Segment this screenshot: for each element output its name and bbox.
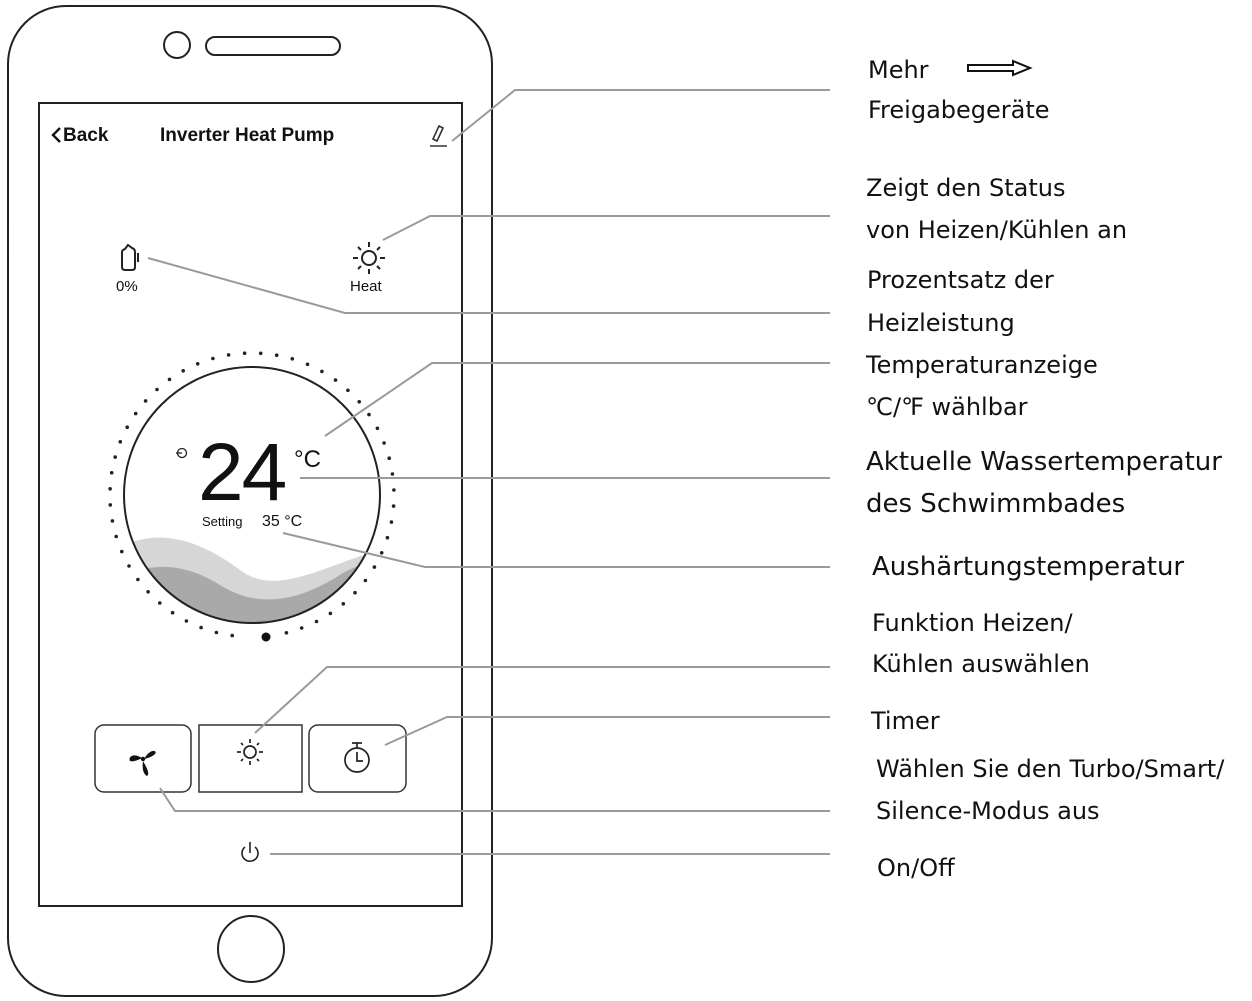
callout-timer: Timer [871, 707, 940, 735]
water-wave-graphic [124, 537, 380, 623]
dial-knob[interactable] [261, 632, 271, 642]
dial-tick [114, 534, 118, 539]
dial-tick [118, 440, 123, 444]
dial-tick [375, 426, 380, 431]
dial-tick [242, 351, 247, 356]
speaker-slot [205, 36, 341, 56]
dial-tick [385, 535, 390, 540]
dial-tick [392, 488, 396, 492]
callout-setpoint: Aushärtungstemperatur [872, 552, 1185, 582]
dial-tick [379, 551, 384, 555]
home-button[interactable] [217, 915, 285, 983]
dial-tick [158, 601, 162, 605]
dial-tick [382, 441, 386, 445]
dial-tick [120, 549, 124, 554]
dial-tick [199, 625, 203, 630]
mode-status-label: Heat [350, 278, 382, 295]
sun-icon [353, 242, 385, 274]
callout-share-line1: Mehr [868, 56, 929, 84]
dial-tick [387, 456, 392, 461]
chevron-left-icon[interactable] [51, 127, 61, 143]
setting-label: Setting [202, 514, 243, 529]
dial-tick [108, 503, 113, 507]
dial-tick [127, 564, 131, 568]
dial-tick [341, 602, 346, 606]
dial-tick [113, 455, 117, 459]
dial-tick [109, 471, 114, 475]
callout-fan-line2: Silence-Modus aus [876, 797, 1100, 825]
callout-water-line1: Aktuelle Wassertemperatur [866, 447, 1222, 477]
callout-power: On/Off [877, 854, 955, 882]
dial-tick [258, 351, 263, 356]
dial-tick [333, 378, 338, 382]
callout-unit-line2: ℃/℉ wählbar [866, 393, 1028, 421]
setpoint-value: 35 °C [262, 513, 303, 530]
dial-tick [363, 578, 368, 583]
dial-tick [320, 369, 324, 374]
dial-tick [214, 630, 219, 635]
dial-tick [274, 353, 279, 358]
callout-status-line2: von Heizen/Kühlen an [866, 216, 1128, 244]
dial-tick [181, 369, 185, 373]
dial-tick [167, 377, 172, 382]
dial-tick [390, 472, 395, 476]
callout-share-line2: Freigabegeräte [868, 96, 1050, 124]
dial-tick [226, 353, 231, 357]
dial-tick [305, 362, 310, 367]
arrow-in-icon [176, 447, 188, 459]
dial-tick [211, 356, 215, 361]
pencil-icon[interactable] [430, 124, 447, 147]
dial-tick [391, 504, 396, 508]
dial-tick [372, 565, 377, 569]
dial-tick [136, 577, 140, 582]
fan-icon [129, 750, 156, 776]
dial-tick [353, 590, 357, 595]
dial-tick [367, 412, 371, 417]
sun-icon [237, 739, 263, 765]
dial-tick [357, 400, 362, 404]
page-title: Inverter Heat Pump [160, 125, 335, 146]
callout-status-line1: Zeigt den Status [866, 174, 1066, 202]
dial-tick [284, 631, 289, 635]
power-icon[interactable] [241, 842, 259, 862]
dial-tick [110, 519, 115, 523]
dial-tick [290, 357, 295, 361]
dial-tick [195, 362, 200, 366]
dial-tick [146, 590, 150, 594]
front-camera [163, 31, 191, 59]
dial-tick [155, 387, 159, 392]
heating-capacity-value: 0% [116, 278, 138, 295]
callout-unit-line1: Temperaturanzeige [866, 351, 1098, 379]
dial-tick [389, 520, 394, 524]
arrow-right-icon [967, 59, 1033, 77]
callout-fan-line1: Wählen Sie den Turbo/Smart/ [876, 755, 1225, 783]
dial-tick [346, 388, 350, 393]
dial-tick [184, 619, 189, 623]
dial-tick [133, 411, 138, 416]
callout-percent-line2: Heizleistung [867, 309, 1015, 337]
dial-tick [299, 626, 304, 630]
dial-tick [170, 610, 175, 615]
dial-tick [230, 633, 234, 638]
heating-capacity-icon [121, 243, 139, 271]
back-button[interactable]: Back [63, 125, 108, 147]
temperature-unit[interactable]: °C [294, 446, 321, 474]
dial-tick [314, 619, 319, 624]
stopwatch-icon [344, 742, 370, 773]
callout-percent-line1: Prozentsatz der [867, 266, 1054, 294]
dial-tick [143, 399, 148, 403]
dial-tick [125, 425, 129, 430]
callout-mode-line2: Kühlen auswählen [872, 650, 1090, 678]
dial-tick [328, 611, 333, 616]
current-water-temperature: 24 [198, 427, 287, 518]
callout-mode-line1: Funktion Heizen/ [872, 609, 1073, 637]
callout-water-line2: des Schwimmbades [866, 489, 1126, 519]
dial-tick [108, 487, 112, 491]
